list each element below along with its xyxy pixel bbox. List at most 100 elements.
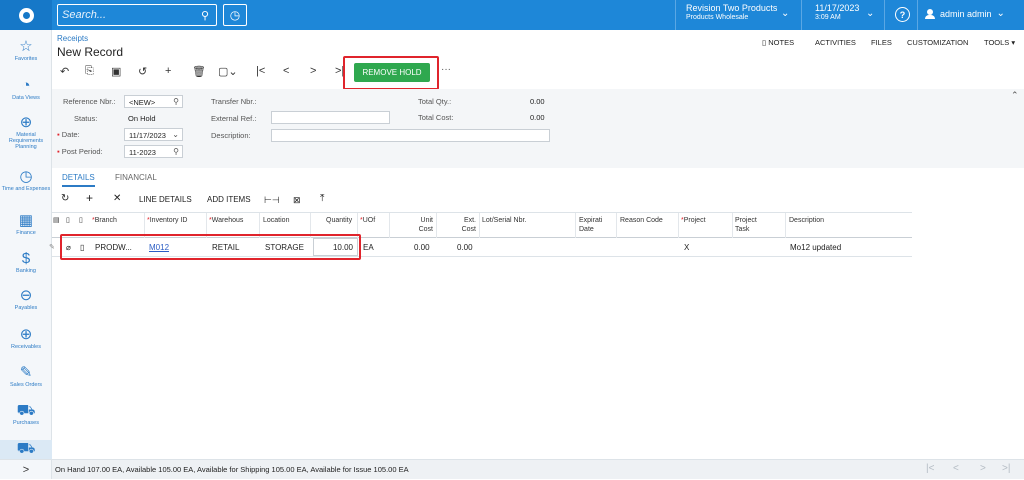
top-bar: ⚲ ◷ Revision Two Products Products Whole… — [0, 0, 1024, 30]
next-record-icon[interactable]: > — [310, 65, 316, 77]
line-details-button[interactable]: LINE DETAILS — [139, 195, 192, 204]
row-highlight — [60, 234, 361, 260]
files-link[interactable]: FILES — [871, 38, 892, 47]
collapse-chevron-up-icon[interactable]: ⌃ — [1011, 90, 1019, 101]
column-header-project[interactable]: *Project — [681, 216, 706, 225]
column-header-lot-serial[interactable]: Lot/Serial Nbr. — [482, 216, 526, 225]
sidebar-item-data-views[interactable]: ◔ Data Views — [0, 77, 52, 101]
sidebar-item-mrp[interactable]: ⊕ Material Requirements Planning — [0, 114, 52, 150]
acumatica-logo[interactable] — [0, 0, 52, 30]
column-header-project-task[interactable]: Project Task — [735, 216, 757, 234]
delete-icon[interactable]: 🗑 — [192, 65, 206, 78]
company-selector[interactable]: Revision Two Products Products Wholesale — [686, 3, 777, 23]
save-close-icon[interactable]: ⎘ — [85, 65, 94, 78]
date-field[interactable]: 11/17/2023 ⌄ — [124, 128, 183, 141]
back-arrow-icon[interactable]: ↶ — [60, 65, 69, 78]
column-header-reason-code[interactable]: Reason Code — [620, 216, 663, 225]
save-icon[interactable]: ▣ — [111, 65, 121, 78]
previous-record-icon[interactable]: < — [283, 65, 289, 77]
more-actions-icon[interactable]: ··· — [441, 64, 451, 75]
cell-description[interactable]: Mo12 updated — [790, 243, 841, 252]
column-header-location[interactable]: Location — [263, 216, 289, 225]
calculator-icon: ▦ — [18, 212, 34, 229]
sidebar-item-purchases[interactable]: ⛟ Purchases — [0, 402, 52, 426]
post-period-field[interactable]: 11-2023 ⚲ — [124, 145, 183, 158]
help-icon[interactable]: ? — [895, 7, 910, 22]
lookup-search-icon[interactable]: ⚲ — [173, 147, 179, 156]
add-icon[interactable]: + — [165, 65, 171, 77]
attachment-column-icon: ▯ — [66, 217, 70, 224]
column-header-uom[interactable]: *UOf — [360, 216, 375, 225]
search-input[interactable] — [62, 9, 192, 21]
column-header-unit-cost[interactable]: Unit Cost — [415, 216, 433, 234]
chevron-down-icon[interactable]: ⌄ — [172, 130, 179, 139]
external-ref-field[interactable] — [271, 111, 390, 124]
tab-financial[interactable]: FINANCIAL — [115, 173, 157, 182]
transfer-number-label: Transfer Nbr.: — [211, 97, 257, 106]
company-chevron-down-icon[interactable]: ⌄ — [781, 8, 789, 19]
separator — [917, 0, 918, 30]
notes-link[interactable]: ▯ NOTES — [762, 38, 794, 47]
status-value: On Hold — [128, 114, 156, 123]
plus-circle-icon: ⊕ — [19, 326, 33, 343]
sidebar-item-inventory[interactable]: ⛟ — [0, 440, 52, 460]
reference-number-field[interactable]: <NEW> ⚲ — [124, 95, 183, 108]
total-qty-label: Total Qty.: — [418, 97, 452, 106]
activities-link[interactable]: ACTIVITIES — [815, 38, 856, 47]
sidebar-item-time-expenses[interactable]: ◷ Time and Expenses — [0, 168, 52, 192]
unit-cost-header-line1: Unit — [420, 217, 433, 224]
sidebar-item-favorites[interactable]: ☆ Favorites — [0, 38, 52, 62]
last-page-icon[interactable]: >| — [1002, 463, 1010, 474]
next-page-icon[interactable]: > — [980, 463, 986, 474]
tools-menu[interactable]: TOOLS ▾ — [984, 38, 1015, 47]
cell-uom[interactable]: EA — [363, 243, 374, 252]
history-icon[interactable]: ◷ — [223, 4, 247, 26]
sidebar-item-sales-orders[interactable]: ✎ Sales Orders — [0, 364, 52, 388]
sidebar-item-receivables[interactable]: ⊕ Receivables — [0, 326, 52, 350]
user-menu[interactable]: admin admin ⌄ — [925, 8, 1005, 19]
business-date-selector[interactable]: 11/17/2023 3:09 AM — [815, 3, 859, 23]
column-header-inventory[interactable]: *Inventory ID — [147, 216, 187, 225]
availability-status-text: On Hand 107.00 EA, Available 105.00 EA, … — [55, 465, 409, 474]
first-page-icon[interactable]: |< — [926, 463, 934, 474]
first-record-icon[interactable]: |< — [256, 65, 265, 77]
remove-hold-button[interactable]: REMOVE HOLD — [354, 63, 430, 82]
lookup-search-icon[interactable]: ⚲ — [173, 97, 179, 106]
column-header-expiration[interactable]: Expirati Date — [579, 216, 602, 234]
date-chevron-down-icon[interactable]: ⌄ — [866, 8, 874, 19]
sidebar-item-banking[interactable]: $ Banking — [0, 250, 52, 274]
cell-unit-cost[interactable]: 0.00 — [414, 243, 430, 252]
description-field[interactable] — [271, 129, 550, 142]
search-icon[interactable]: ⚲ — [201, 9, 209, 22]
add-row-icon[interactable]: + — [86, 191, 93, 205]
previous-page-icon[interactable]: < — [953, 463, 959, 474]
column-header-warehouse[interactable]: *Warehous — [209, 216, 243, 225]
column-header-description[interactable]: Description — [789, 216, 824, 225]
column-header-quantity[interactable]: Quantity — [326, 216, 352, 225]
column-header-ext-cost[interactable]: Ext. Cost — [458, 216, 476, 234]
tab-details[interactable]: DETAILS — [62, 173, 95, 187]
column-header-branch[interactable]: *Branch — [92, 216, 117, 225]
excel-export-icon[interactable]: ⊠ — [293, 195, 301, 206]
copy-paste-icon[interactable]: ▢⌄ — [218, 65, 238, 78]
cell-ext-cost[interactable]: 0.00 — [457, 243, 473, 252]
undo-icon[interactable]: ↺ — [138, 65, 147, 78]
delete-row-icon[interactable]: ✕ — [113, 193, 121, 204]
sidebar-item-payables[interactable]: ⊖ Payables — [0, 287, 52, 311]
business-time: 3:09 AM — [815, 14, 841, 21]
stopwatch-icon: ◷ — [19, 168, 33, 185]
sidebar-item-label: Sales Orders — [9, 382, 43, 388]
add-items-button[interactable]: ADD ITEMS — [207, 195, 251, 204]
upload-icon[interactable]: ⤒ — [320, 193, 324, 204]
sidebar-expand-chevron-icon[interactable]: > — [0, 459, 52, 479]
branch-header-text: Branch — [94, 217, 117, 224]
cell-project[interactable]: X — [684, 243, 689, 252]
row-selector-icon[interactable]: ▤ — [53, 216, 60, 225]
sidebar-item-finance[interactable]: ▦ Finance — [0, 212, 52, 236]
breadcrumb[interactable]: Receipts — [57, 34, 88, 43]
refresh-icon[interactable]: ↻ — [61, 193, 69, 204]
external-ref-label: External Ref.: — [211, 114, 257, 123]
search-box[interactable]: ⚲ — [57, 4, 217, 26]
fit-columns-icon[interactable]: ⊢⊣ — [264, 195, 280, 206]
customization-link[interactable]: CUSTOMIZATION — [907, 38, 968, 47]
